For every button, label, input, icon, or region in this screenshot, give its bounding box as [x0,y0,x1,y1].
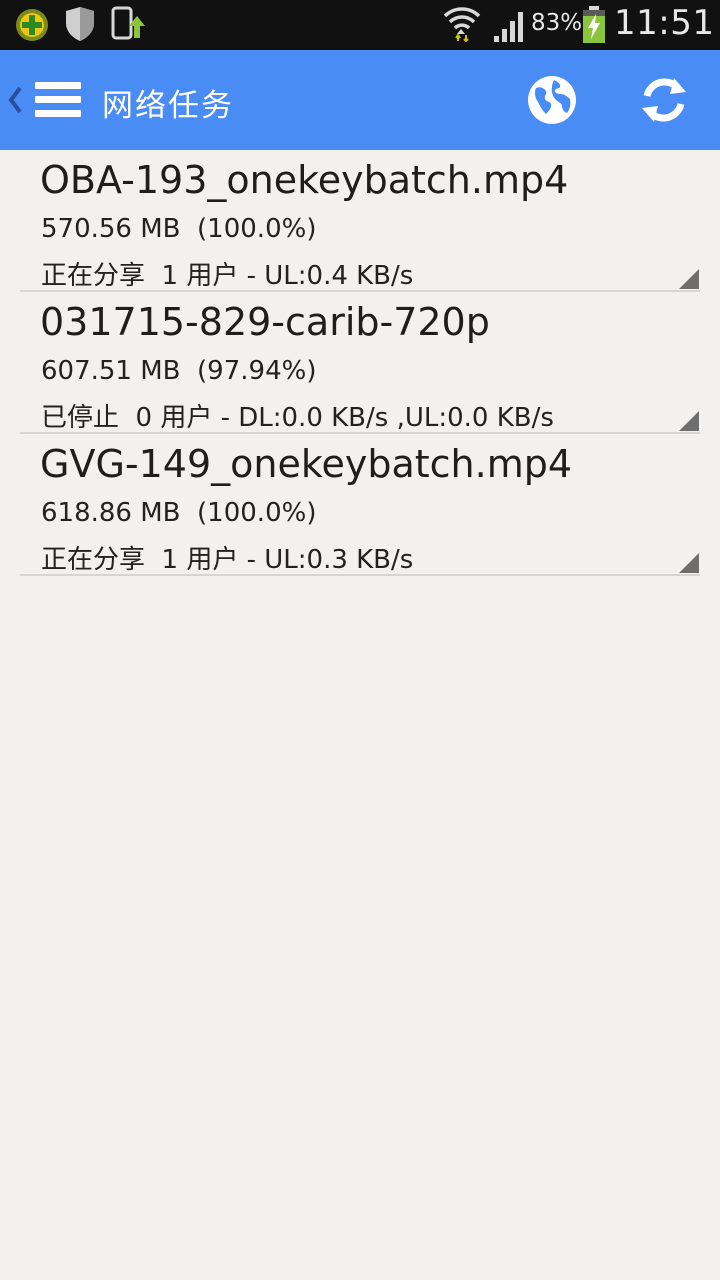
globe-icon[interactable] [526,74,578,126]
battery-charging-icon [583,6,605,43]
task-status: 正在分享 1 用户 - UL:0.4 KB/s [41,261,414,291]
refresh-icon[interactable] [638,74,690,126]
page-title: 网络任务 [102,88,234,124]
task-size: 570.56 MB (100.0%) [41,214,317,244]
task-list: OBA-193_onekeybatch.mp4 570.56 MB (100.0… [0,150,720,576]
corner-expand-icon [679,553,699,573]
battery-percent: 83% [531,10,583,36]
task-size: 618.86 MB (100.0%) [41,498,317,528]
task-size: 607.51 MB (97.94%) [41,356,317,386]
signal-icon [494,12,523,42]
task-status: 已停止 0 用户 - DL:0.0 KB/s ,UL:0.0 KB/s [41,403,554,433]
task-name: GVG-149_onekeybatch.mp4 [40,442,573,486]
task-name: OBA-193_onekeybatch.mp4 [40,158,569,202]
task-status: 正在分享 1 用户 - UL:0.3 KB/s [41,545,414,575]
list-item[interactable]: OBA-193_onekeybatch.mp4 570.56 MB (100.0… [0,150,720,292]
hamburger-menu-icon[interactable] [35,78,82,122]
wifi-icon [443,7,481,42]
phone-upload-icon [111,6,145,40]
divider [20,574,700,576]
chevron-left-icon[interactable] [7,85,23,115]
list-item[interactable]: 031715-829-carib-720p 607.51 MB (97.94%)… [0,292,720,434]
app-plus-icon [16,9,48,41]
list-item[interactable]: GVG-149_onekeybatch.mp4 618.86 MB (100.0… [0,434,720,576]
corner-expand-icon [679,269,699,289]
action-bar: 网络任务 [0,50,720,150]
shield-icon [66,7,94,41]
task-name: 031715-829-carib-720p [40,300,490,344]
clock: 11:51 [614,3,715,43]
status-bar: 83% 11:51 [0,0,720,50]
corner-expand-icon [679,411,699,431]
